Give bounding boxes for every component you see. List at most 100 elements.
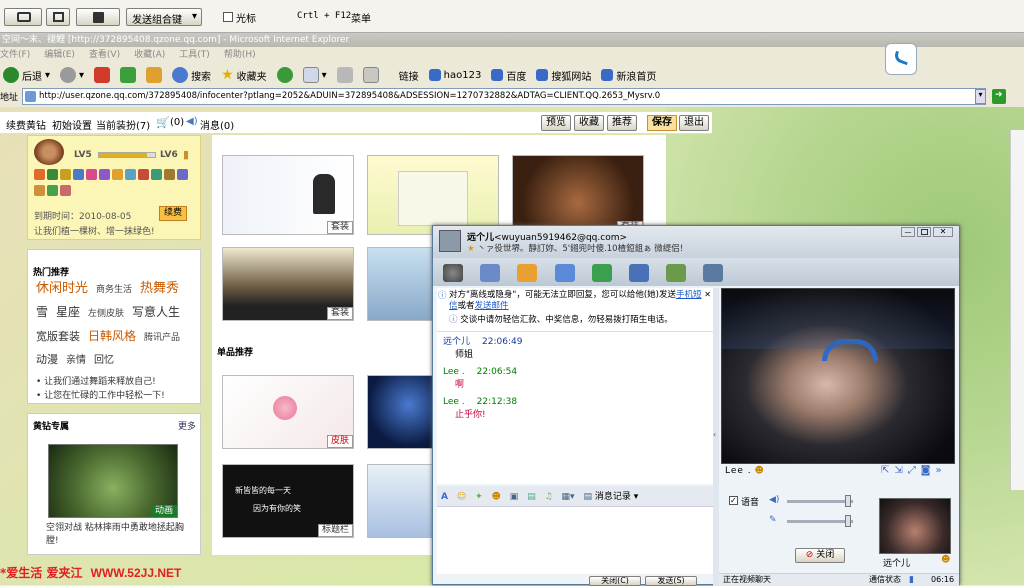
maximize-button[interactable] (917, 227, 931, 237)
page-scrollbar[interactable] (1010, 130, 1024, 490)
hot-tag[interactable]: 腾讯产品 (144, 329, 180, 347)
cursor-checkbox[interactable] (223, 12, 233, 22)
message-input[interactable] (437, 506, 713, 574)
hot-tag[interactable]: 星座 (56, 303, 80, 321)
ie-menu-item[interactable]: 工具(T) (179, 47, 210, 63)
font-icon[interactable]: A (441, 492, 448, 502)
remote-assist-icon[interactable] (554, 264, 575, 282)
hot-tag[interactable]: 宽版套装 (36, 328, 80, 346)
ie-menu-item[interactable]: 查看(V) (89, 47, 120, 63)
search-button[interactable]: 搜索 (169, 65, 214, 85)
suit-thumb-3[interactable]: 套装 (512, 155, 644, 235)
address-input[interactable]: http://user.qzone.qq.com/372895408/infoc… (22, 88, 986, 105)
qq-feather-icon[interactable] (885, 43, 917, 75)
titlebar-thumb[interactable]: 新皆皆的每一天 因为有你的笑 标题栏 (222, 464, 354, 538)
image-icon[interactable]: ▤ (527, 492, 536, 502)
ie-menu-item[interactable]: 文件(F) (0, 47, 30, 63)
ie-menu-item[interactable]: 帮助(H) (224, 47, 256, 63)
file-transfer-icon[interactable] (517, 264, 538, 282)
screenshot-icon[interactable]: ▣ (510, 492, 519, 502)
vip-badge-icon[interactable] (73, 169, 84, 180)
voice-call-icon[interactable] (480, 264, 501, 282)
vip-badge-icon[interactable] (47, 185, 58, 196)
mail-button[interactable]: ▾ (300, 65, 330, 85)
print-button[interactable] (334, 65, 356, 85)
vip-badge-icon[interactable] (47, 169, 58, 180)
preview-button[interactable]: 预览 (541, 115, 571, 131)
hot-tag[interactable]: 动漫 (36, 351, 58, 369)
suit-thumb-2[interactable] (367, 155, 499, 235)
save-button[interactable]: 保存 (647, 115, 677, 131)
vip-badge-icon[interactable] (112, 169, 123, 180)
go-button[interactable]: ➜ (992, 89, 1006, 104)
more-icon[interactable]: ▦▾ (562, 492, 575, 502)
suit-thumb-4[interactable]: 套装 (222, 247, 354, 321)
media-button[interactable] (274, 65, 296, 85)
skin-thumb-3[interactable] (367, 464, 437, 538)
vip-badge-icon[interactable] (60, 169, 71, 180)
vip-badge-icon[interactable] (34, 185, 45, 196)
recommend-button[interactable]: 推荐 (607, 115, 637, 131)
ie-menu-item[interactable]: 编辑(E) (44, 47, 75, 63)
skin-thumb-2[interactable] (367, 375, 437, 449)
hot-tag[interactable]: 写意人生 (132, 303, 180, 321)
self-video[interactable] (879, 498, 951, 554)
vip-badge-icon[interactable] (138, 169, 149, 180)
minimize-button[interactable]: — (901, 227, 915, 237)
hangup-button[interactable]: ⊘ 关闭 (795, 548, 845, 563)
vip-badge-icon[interactable] (99, 169, 110, 180)
hot-tag[interactable]: 左侧皮肤 (88, 305, 124, 323)
hot-tag[interactable]: 雪 (36, 303, 48, 321)
hot-tag[interactable]: 休闲时光 (36, 280, 88, 298)
mic-slider[interactable] (787, 520, 853, 523)
history-button[interactable]: ▤ 消息记录 ▾ (583, 492, 638, 502)
send-combo-button[interactable]: 发送组合键 ▾ (126, 8, 202, 26)
tool-button[interactable] (4, 8, 42, 26)
close-notice-icon[interactable]: ✕ (704, 289, 711, 300)
refresh-button[interactable] (117, 65, 139, 85)
link-item[interactable]: hao123 (426, 65, 485, 85)
avatar[interactable] (34, 139, 64, 165)
hot-tag[interactable]: 回忆 (94, 352, 114, 370)
suit-thumb-1[interactable]: 套装 (222, 155, 354, 235)
cart-count[interactable]: (0) (170, 117, 184, 128)
video-call-icon[interactable] (443, 264, 463, 282)
forward-button[interactable]: ▾ (57, 65, 87, 85)
vip-badge-icon[interactable] (164, 169, 175, 180)
voice-checkbox[interactable]: ✓ (729, 496, 738, 505)
contact-avatar[interactable] (439, 230, 461, 252)
vip-badge-icon[interactable] (34, 169, 45, 180)
init-settings-link[interactable]: 初始设置 (52, 117, 92, 132)
hot-line-2-text[interactable]: 让您在忙碌的工作中轻松一下! (44, 391, 165, 401)
message-count[interactable]: 消息(0) (200, 117, 234, 132)
video-controls[interactable]: ⇱⇲⤢◙» (881, 465, 947, 476)
speaker-slider-thumb[interactable] (845, 495, 851, 507)
vip-animation-thumb[interactable]: 动画 (48, 444, 178, 518)
hot-tag[interactable]: 亲情 (66, 352, 86, 370)
sms-icon[interactable] (628, 264, 649, 282)
panel-divider[interactable]: ‹ (713, 288, 719, 586)
email-link[interactable]: 发送邮件 (475, 301, 509, 311)
edit-button[interactable] (360, 65, 382, 85)
link-item[interactable]: 百度 (488, 65, 529, 85)
settings-icon[interactable] (703, 264, 724, 282)
menu-label[interactable]: 菜单 (351, 10, 371, 25)
vip-badge-icon[interactable] (125, 169, 136, 180)
suit-thumb-5[interactable] (367, 247, 437, 321)
close-window-button[interactable]: ✕ (933, 227, 953, 237)
renew-vip-link[interactable]: 续费黄钻 (6, 117, 46, 132)
create-group-icon[interactable] (591, 264, 612, 282)
favorites-button[interactable]: ★ 收藏夹 (218, 65, 270, 85)
link-item[interactable]: 搜狐网站 (533, 65, 594, 85)
vip-badge-icon[interactable] (86, 169, 97, 180)
app-icon[interactable] (666, 264, 687, 282)
renew-button[interactable]: 续费 (159, 206, 188, 221)
vip-badge-icon[interactable] (60, 185, 71, 196)
vip-badge-icon[interactable] (151, 169, 162, 180)
speaker-slider[interactable] (787, 500, 853, 503)
window-button[interactable] (46, 8, 70, 26)
current-outfit-link[interactable]: 当前装扮(7) (96, 117, 150, 132)
hot-tag[interactable]: 热舞秀 (140, 280, 179, 298)
emoji-icon[interactable]: ☺ (457, 492, 466, 502)
skin-thumb-1[interactable]: 皮肤 (222, 375, 354, 449)
